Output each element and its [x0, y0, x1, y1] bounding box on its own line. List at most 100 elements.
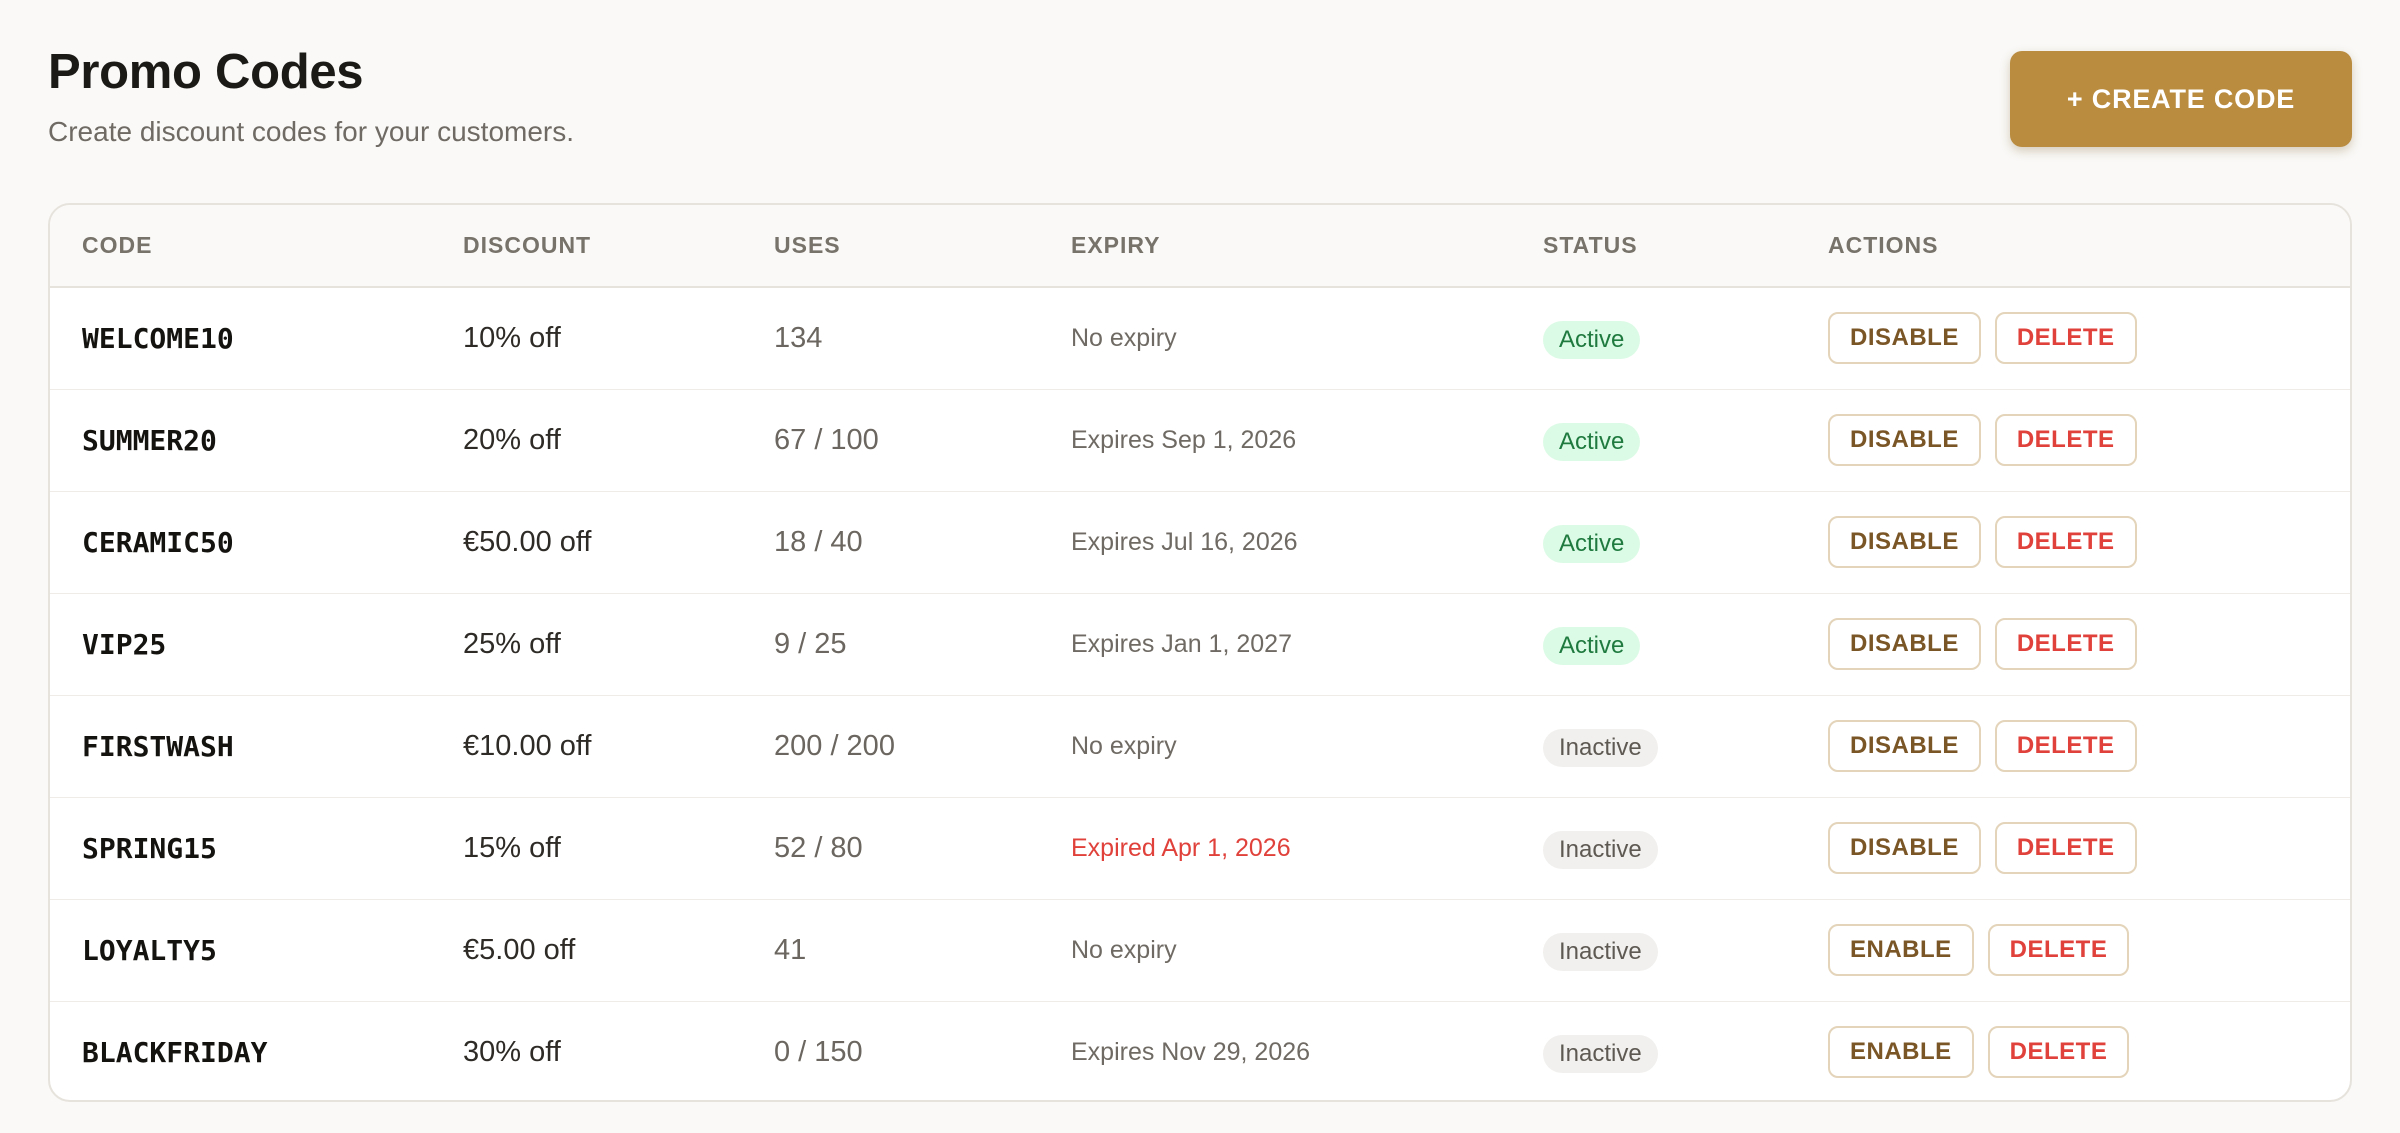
- actions-cell: DISABLE DELETE: [1796, 797, 2350, 899]
- delete-code-button[interactable]: DELETE: [1994, 414, 2137, 466]
- status-cell: Active: [1511, 593, 1796, 695]
- uses-cell: 0 / 150: [742, 1001, 1039, 1100]
- status-cell: Active: [1511, 287, 1796, 389]
- expiry-cell: Expires Jan 1, 2027: [1039, 593, 1511, 695]
- delete-code-button[interactable]: DELETE: [1994, 516, 2137, 568]
- row-actions: DISABLE DELETE: [1828, 720, 2350, 772]
- table-row: VIP25 25% off 9 / 25 Expires Jan 1, 2027…: [50, 593, 2350, 695]
- page-subtitle: Create discount codes for your customers…: [48, 116, 575, 147]
- discount-cell: €5.00 off: [431, 899, 742, 1001]
- expiry-text: Expired Apr 1, 2026: [1071, 833, 1291, 862]
- promo-code-text: SPRING15: [82, 831, 217, 865]
- promo-code: SPRING15: [50, 797, 431, 899]
- toggle-code-button[interactable]: DISABLE: [1828, 618, 1981, 670]
- promo-code: WELCOME10: [50, 287, 431, 389]
- delete-code-button[interactable]: DELETE: [1987, 924, 2130, 976]
- promo-code-text: FIRSTWASH: [82, 729, 234, 763]
- status-badge: Active: [1543, 423, 1641, 461]
- discount-text: €50.00 off: [463, 525, 592, 558]
- actions-cell: DISABLE DELETE: [1796, 287, 2350, 389]
- delete-code-button[interactable]: DELETE: [1987, 1026, 2130, 1079]
- promo-code: VIP25: [50, 593, 431, 695]
- delete-code-button[interactable]: DELETE: [1994, 618, 2137, 670]
- table-row: BLACKFRIDAY 30% off 0 / 150 Expires Nov …: [50, 1001, 2350, 1100]
- promo-code-text: LOYALTY5: [82, 933, 217, 967]
- uses-cell: 9 / 25: [742, 593, 1039, 695]
- uses-cell: 41: [742, 899, 1039, 1001]
- row-actions: DISABLE DELETE: [1828, 822, 2350, 874]
- table-header-row: CODE DISCOUNT USES EXPIRY STATUS ACTIONS: [50, 205, 2350, 287]
- row-actions: DISABLE DELETE: [1828, 618, 2350, 670]
- row-actions: DISABLE DELETE: [1828, 516, 2350, 568]
- column-header-uses: USES: [774, 232, 841, 258]
- actions-cell: ENABLE DELETE: [1796, 1001, 2350, 1100]
- promo-code: LOYALTY5: [50, 899, 431, 1001]
- expiry-cell: Expires Jul 16, 2026: [1039, 491, 1511, 593]
- row-actions: ENABLE DELETE: [1828, 1026, 2350, 1079]
- discount-cell: 30% off: [431, 1001, 742, 1100]
- discount-cell: €50.00 off: [431, 491, 742, 593]
- discount-cell: 15% off: [431, 797, 742, 899]
- status-badge: Active: [1543, 525, 1641, 563]
- promo-code-text: VIP25: [82, 627, 167, 661]
- toggle-code-button[interactable]: DISABLE: [1828, 516, 1981, 568]
- discount-text: 15% off: [463, 831, 561, 864]
- status-cell: Active: [1511, 389, 1796, 491]
- promo-codes-table-card: CODE DISCOUNT USES EXPIRY STATUS ACTIONS…: [48, 203, 2352, 1102]
- promo-code-text: SUMMER20: [82, 423, 217, 457]
- expiry-cell: No expiry: [1039, 287, 1511, 389]
- column-header-actions: ACTIONS: [1828, 232, 1939, 258]
- status-badge: Inactive: [1543, 933, 1658, 971]
- toggle-code-button[interactable]: ENABLE: [1828, 924, 1974, 976]
- uses-cell: 67 / 100: [742, 389, 1039, 491]
- table-row: CERAMIC50 €50.00 off 18 / 40 Expires Jul…: [50, 491, 2350, 593]
- expiry-cell: No expiry: [1039, 695, 1511, 797]
- actions-cell: DISABLE DELETE: [1796, 695, 2350, 797]
- delete-code-button[interactable]: DELETE: [1994, 312, 2137, 365]
- actions-cell: ENABLE DELETE: [1796, 899, 2350, 1001]
- table-row: FIRSTWASH €10.00 off 200 / 200 No expiry…: [50, 695, 2350, 797]
- status-badge: Active: [1543, 627, 1641, 665]
- expiry-cell: No expiry: [1039, 899, 1511, 1001]
- table-row: WELCOME10 10% off 134 No expiry Active D…: [50, 287, 2350, 389]
- discount-text: €5.00 off: [463, 933, 576, 966]
- status-cell: Inactive: [1511, 797, 1796, 899]
- column-header-code: CODE: [82, 232, 153, 258]
- discount-text: €10.00 off: [463, 729, 592, 762]
- toggle-code-button[interactable]: DISABLE: [1828, 720, 1981, 772]
- uses-cell: 18 / 40: [742, 491, 1039, 593]
- row-actions: DISABLE DELETE: [1828, 414, 2350, 466]
- status-badge: Inactive: [1543, 1035, 1658, 1074]
- expiry-text: Expires Sep 1, 2026: [1071, 425, 1297, 454]
- status-cell: Active: [1511, 491, 1796, 593]
- table-row: LOYALTY5 €5.00 off 41 No expiry Inactive…: [50, 899, 2350, 1001]
- promo-code-text: CERAMIC50: [82, 525, 234, 559]
- toggle-code-button[interactable]: DISABLE: [1828, 312, 1981, 365]
- uses-text: 67 / 100: [774, 423, 879, 456]
- delete-code-button[interactable]: DELETE: [1994, 822, 2137, 874]
- toggle-code-button[interactable]: DISABLE: [1828, 414, 1981, 466]
- expiry-cell: Expires Sep 1, 2026: [1039, 389, 1511, 491]
- uses-cell: 52 / 80: [742, 797, 1039, 899]
- table-row: SPRING15 15% off 52 / 80 Expired Apr 1, …: [50, 797, 2350, 899]
- promo-code: SUMMER20: [50, 389, 431, 491]
- expiry-text: Expires Nov 29, 2026: [1071, 1037, 1311, 1066]
- toggle-code-button[interactable]: DISABLE: [1828, 822, 1981, 874]
- page-header: Promo Codes Create discount codes for yo…: [48, 0, 2352, 203]
- promo-codes-table: CODE DISCOUNT USES EXPIRY STATUS ACTIONS…: [50, 205, 2350, 1100]
- discount-text: 30% off: [463, 1035, 561, 1068]
- toggle-code-button[interactable]: ENABLE: [1828, 1026, 1974, 1079]
- expiry-text: Expires Jul 16, 2026: [1071, 527, 1298, 556]
- discount-cell: 25% off: [431, 593, 742, 695]
- delete-code-button[interactable]: DELETE: [1994, 720, 2137, 772]
- discount-cell: 20% off: [431, 389, 742, 491]
- expiry-text: No expiry: [1071, 935, 1177, 964]
- create-code-button[interactable]: + CREATE CODE: [2010, 51, 2352, 147]
- actions-cell: DISABLE DELETE: [1796, 389, 2350, 491]
- table-body: WELCOME10 10% off 134 No expiry Active D…: [50, 287, 2350, 1100]
- uses-text: 9 / 25: [774, 627, 847, 660]
- uses-text: 52 / 80: [774, 831, 863, 864]
- row-actions: ENABLE DELETE: [1828, 924, 2350, 976]
- uses-text: 18 / 40: [774, 525, 863, 558]
- expiry-text: Expires Jan 1, 2027: [1071, 629, 1292, 658]
